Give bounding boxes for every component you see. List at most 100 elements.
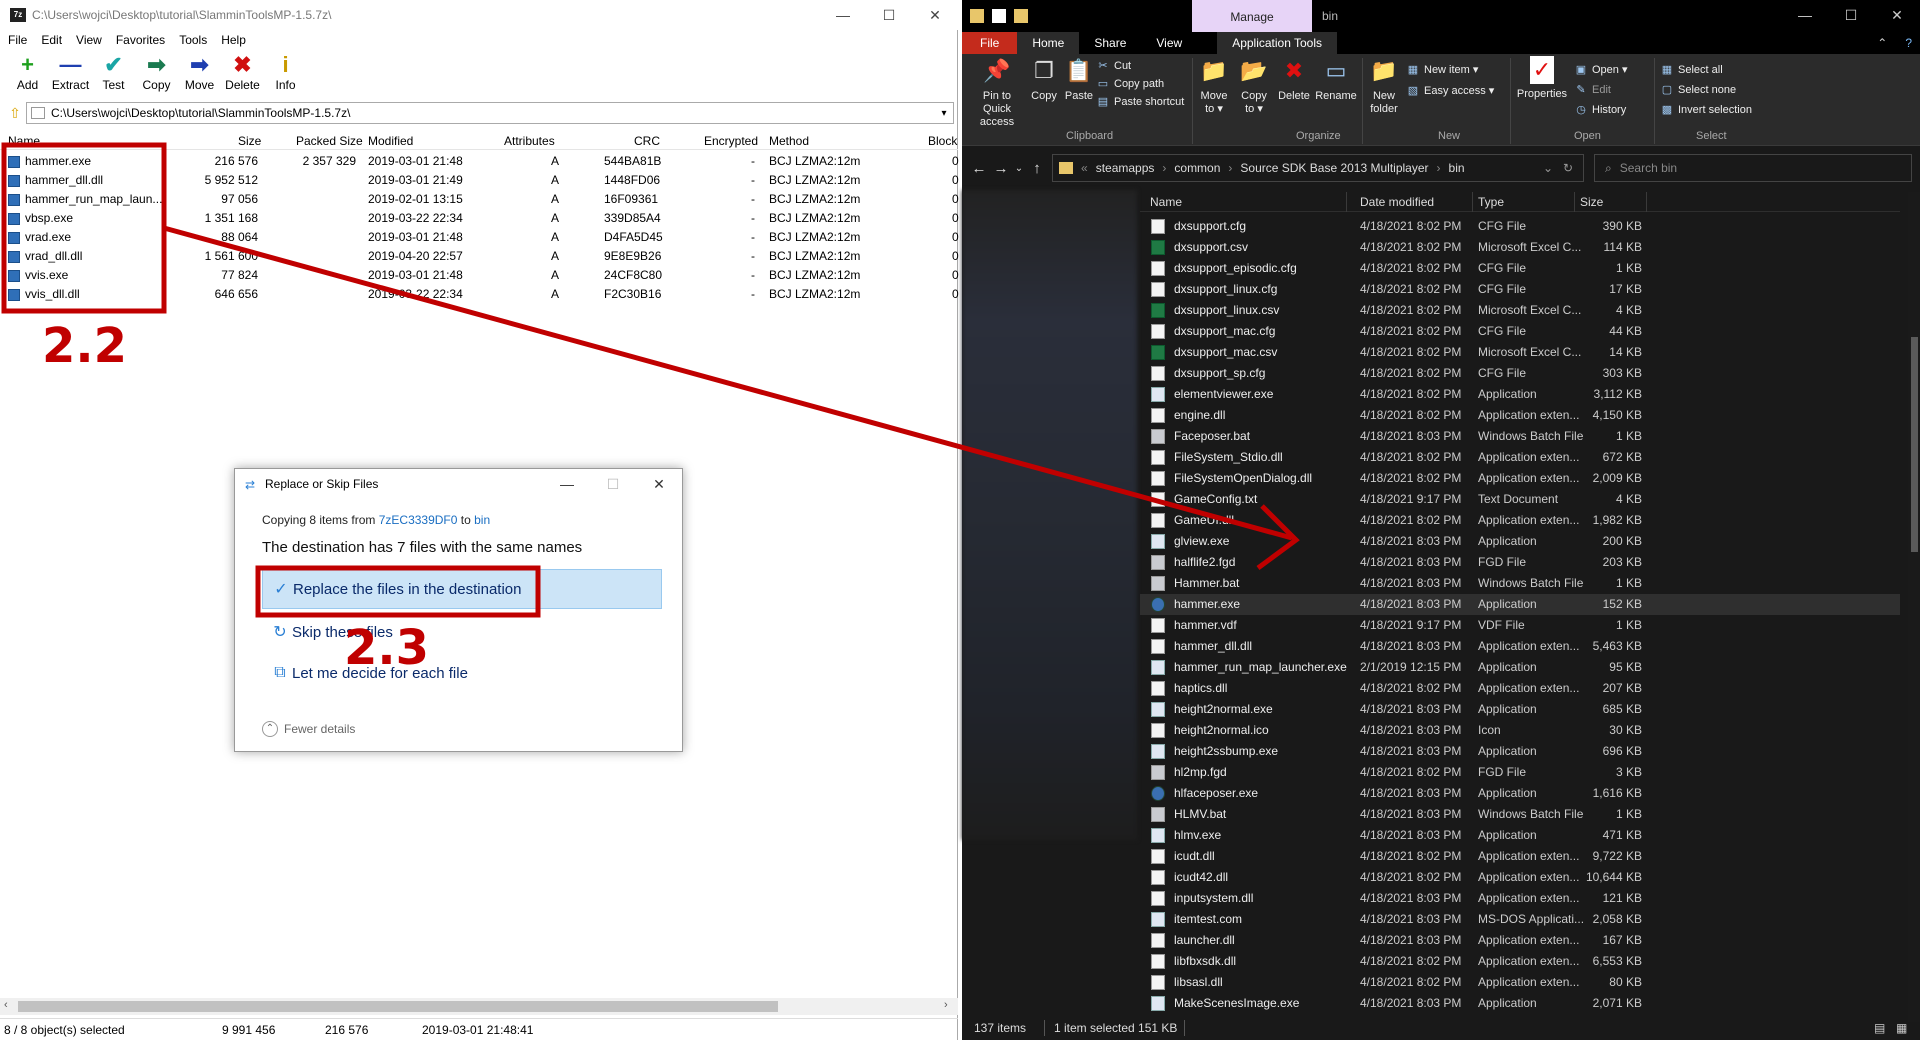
- zip-file-row[interactable]: hammer_run_map_laun... 97 056 2019-02-01 1…: [0, 190, 959, 209]
- zip-file-row[interactable]: hammer.exe 216 576 2 357 329 2019-03-01 21:…: [0, 152, 959, 171]
- scroll-thumb[interactable]: [1911, 337, 1918, 552]
- tab-view[interactable]: View: [1141, 32, 1197, 54]
- properties-button[interactable]: ✓ Properties: [1514, 56, 1570, 101]
- delete-button[interactable]: ✖ Delete: [221, 52, 264, 98]
- skip-files-option[interactable]: ↻ Skip these files: [262, 612, 662, 652]
- open-button[interactable]: ▣ Open ▾: [1574, 63, 1628, 76]
- copy-path-button[interactable]: ▭ Copy path: [1096, 77, 1164, 91]
- dialog-close-button[interactable]: ✕: [636, 469, 682, 499]
- back-arrow-icon[interactable]: ←: [968, 160, 990, 177]
- pin-quick-access-button[interactable]: 📌 Pin to Quick access: [968, 56, 1026, 129]
- breadcrumb-chevron-icon[interactable]: ›: [1162, 161, 1166, 175]
- zip-file-row[interactable]: vrad.exe 88 064 2019-03-01 21:48 A D4FA5D45 -…: [0, 228, 959, 247]
- manage-context-tab[interactable]: Manage: [1192, 0, 1312, 32]
- select-all-button[interactable]: ▦ Select all: [1660, 63, 1723, 77]
- col-name[interactable]: Name: [8, 134, 40, 148]
- path-dropdown-icon[interactable]: ⌄: [1543, 161, 1553, 175]
- address-bar[interactable]: « steamapps › common › Source SDK Base 201…: [1052, 154, 1584, 182]
- paste-button[interactable]: 📋 Paste: [1062, 56, 1096, 103]
- file-row[interactable]: libfbxsdk.dll 4/18/2021 8:02 PM Applicatio…: [1140, 951, 1900, 972]
- search-input[interactable]: ⌕ Search bin: [1594, 154, 1912, 182]
- col-method[interactable]: Method: [769, 134, 809, 148]
- file-row[interactable]: libsasl.dll 4/18/2021 8:02 PM Application …: [1140, 972, 1900, 993]
- explorer-titlebar[interactable]: Manage bin — ☐ ✕: [962, 0, 1920, 32]
- column-divider[interactable]: [1574, 192, 1575, 212]
- file-row[interactable]: icudt42.dll 4/18/2021 8:02 PM Application …: [1140, 867, 1900, 888]
- close-button[interactable]: ✕: [912, 0, 958, 30]
- zip-horizontal-scrollbar[interactable]: ‹ ›: [0, 998, 958, 1015]
- file-row[interactable]: hlfaceposer.exe 4/18/2021 8:03 PM Applicat…: [1140, 783, 1900, 804]
- collapse-ribbon-icon[interactable]: ⌃: [1867, 32, 1897, 54]
- scroll-right-icon[interactable]: ›: [944, 999, 948, 1011]
- file-row[interactable]: MakeScenesImage.exe 4/18/2021 8:03 PM Appl…: [1140, 993, 1900, 1014]
- file-row[interactable]: engine.dll 4/18/2021 8:02 PM Application e…: [1140, 405, 1900, 426]
- zip-file-row[interactable]: hammer_dll.dll 5 952 512 2019-03-01 21:49 A…: [0, 171, 959, 190]
- file-row[interactable]: elementviewer.exe 4/18/2021 8:02 PM Applic…: [1140, 384, 1900, 405]
- file-row[interactable]: icudt.dll 4/18/2021 8:02 PM Application ex…: [1140, 846, 1900, 867]
- file-row[interactable]: hammer_dll.dll 4/18/2021 8:03 PM Applicati…: [1140, 636, 1900, 657]
- destination-link[interactable]: bin: [474, 513, 490, 527]
- copy-to-button[interactable]: 📂 Copy to ▾: [1236, 56, 1272, 116]
- col-name[interactable]: Name: [1150, 195, 1182, 209]
- tab-share[interactable]: Share: [1079, 32, 1141, 54]
- path-overflow[interactable]: «: [1081, 161, 1088, 175]
- file-row[interactable]: dxsupport_sp.cfg 4/18/2021 8:02 PM CFG Fil…: [1140, 363, 1900, 384]
- file-row[interactable]: GameConfig.txt 4/18/2021 9:17 PM Text Docu…: [1140, 489, 1900, 510]
- file-row[interactable]: height2ssbump.exe 4/18/2021 8:03 PM Applic…: [1140, 741, 1900, 762]
- scroll-thumb[interactable]: [18, 1001, 778, 1012]
- col-packed-size[interactable]: Packed Size: [296, 134, 363, 148]
- file-row[interactable]: dxsupport.cfg 4/18/2021 8:02 PM CFG File 39…: [1140, 216, 1900, 237]
- source-link[interactable]: 7zEC3339DF0: [379, 513, 458, 527]
- move-to-button[interactable]: 📁 Move to ▾: [1196, 56, 1232, 116]
- menu-favorites[interactable]: Favorites: [116, 33, 165, 47]
- file-row[interactable]: Hammer.bat 4/18/2021 8:03 PM Windows Batch…: [1140, 573, 1900, 594]
- edit-button[interactable]: ✎ Edit: [1574, 83, 1611, 97]
- file-row[interactable]: FileSystem_Stdio.dll 4/18/2021 8:02 PM App…: [1140, 447, 1900, 468]
- new-folder-button[interactable]: 📁 New folder: [1366, 56, 1402, 116]
- minimize-button[interactable]: —: [820, 0, 866, 30]
- file-row[interactable]: dxsupport_mac.csv 4/18/2021 8:02 PM Micros…: [1140, 342, 1900, 363]
- dialog-minimize-button[interactable]: —: [544, 469, 590, 499]
- breadcrumb-sdk[interactable]: Source SDK Base 2013 Multiplayer: [1240, 161, 1428, 175]
- col-modified[interactable]: Modified: [368, 134, 413, 148]
- file-row[interactable]: launcher.dll 4/18/2021 8:03 PM Application…: [1140, 930, 1900, 951]
- decide-each-option[interactable]: ⧉ Let me decide for each file: [262, 653, 662, 693]
- test-button[interactable]: ✔ Test: [92, 52, 135, 98]
- extract-button[interactable]: — Extract: [49, 52, 92, 98]
- tab-application-tools[interactable]: Application Tools: [1217, 32, 1338, 54]
- file-row[interactable]: dxsupport_mac.cfg 4/18/2021 8:02 PM CFG Fi…: [1140, 321, 1900, 342]
- menu-view[interactable]: View: [76, 33, 102, 47]
- file-row[interactable]: dxsupport.csv 4/18/2021 8:02 PM Microsoft …: [1140, 237, 1900, 258]
- copy-button-ribbon[interactable]: ❐ Copy: [1028, 56, 1060, 103]
- col-type[interactable]: Type: [1478, 195, 1504, 209]
- file-row[interactable]: hl2mp.fgd 4/18/2021 8:02 PM FGD File 3 KB: [1140, 762, 1900, 783]
- explorer-minimize-button[interactable]: —: [1782, 0, 1828, 30]
- explorer-maximize-button[interactable]: ☐: [1828, 0, 1874, 30]
- file-row[interactable]: inputsystem.dll 4/18/2021 8:03 PM Applicat…: [1140, 888, 1900, 909]
- file-row[interactable]: hammer.vdf 4/18/2021 9:17 PM VDF File 1 KB: [1140, 615, 1900, 636]
- breadcrumb-chevron-icon[interactable]: ›: [1228, 161, 1232, 175]
- menu-file[interactable]: File: [8, 33, 27, 47]
- easy-access-button[interactable]: ▧ Easy access ▾: [1406, 84, 1495, 97]
- col-block[interactable]: Block: [928, 134, 957, 148]
- explorer-vertical-scrollbar[interactable]: [1908, 192, 1920, 1022]
- chevron-down-icon[interactable]: ▾: [935, 108, 953, 119]
- file-row[interactable]: hlmv.exe 4/18/2021 8:03 PM Application 471 …: [1140, 825, 1900, 846]
- col-crc[interactable]: CRC: [634, 134, 660, 148]
- breadcrumb-bin[interactable]: bin: [1449, 161, 1465, 175]
- scroll-left-icon[interactable]: ‹: [4, 999, 8, 1011]
- refresh-icon[interactable]: ↻: [1563, 161, 1573, 175]
- file-row[interactable]: Faceposer.bat 4/18/2021 8:03 PM Windows Ba…: [1140, 426, 1900, 447]
- column-divider[interactable]: [1472, 192, 1473, 212]
- delete-button-ribbon[interactable]: ✖ Delete: [1276, 56, 1312, 103]
- column-divider[interactable]: [1346, 192, 1347, 212]
- zip-file-row[interactable]: vrad_dll.dll 1 561 600 2019-04-20 22:57 A 9E…: [0, 247, 959, 266]
- tab-file[interactable]: File: [962, 32, 1018, 54]
- file-row[interactable]: FileSystemOpenDialog.dll 4/18/2021 8:02 P…: [1140, 468, 1900, 489]
- menu-help[interactable]: Help: [221, 33, 246, 47]
- file-row[interactable]: GameUI.dll 4/18/2021 8:02 PM Application e…: [1140, 510, 1900, 531]
- rename-button[interactable]: ▭ Rename: [1314, 56, 1358, 103]
- new-folder-quick-icon[interactable]: [1014, 9, 1028, 23]
- zip-path-input[interactable]: C:\Users\wojci\Desktop\tutorial\SlamminT…: [26, 102, 954, 124]
- col-size[interactable]: Size: [1580, 195, 1603, 209]
